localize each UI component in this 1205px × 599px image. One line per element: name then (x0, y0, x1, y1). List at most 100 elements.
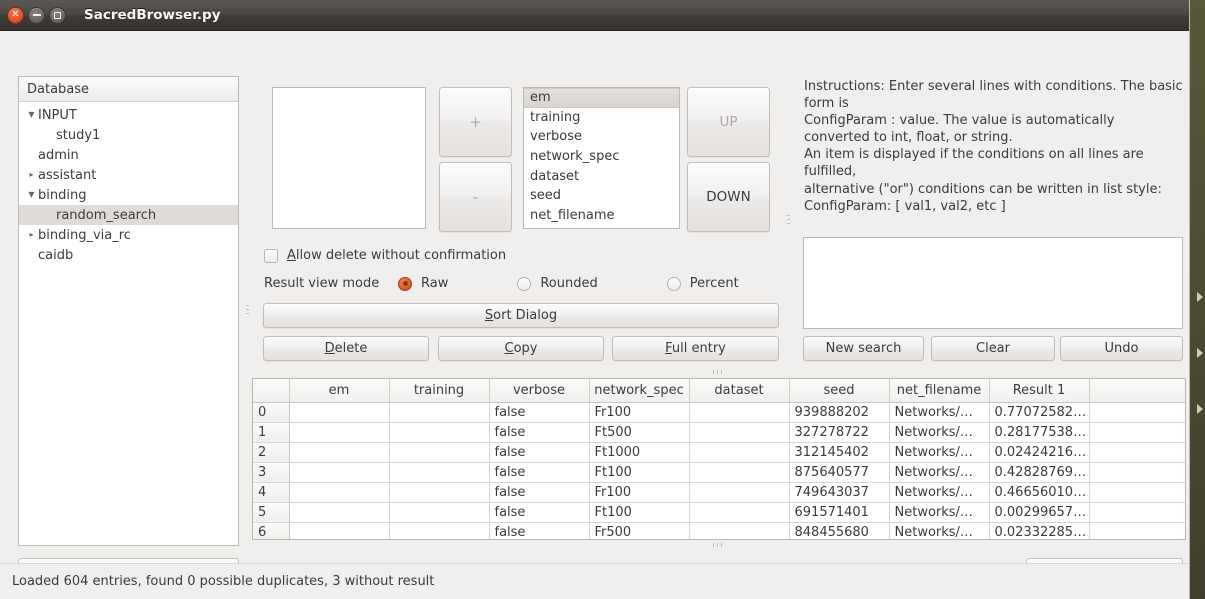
column-header-dataset[interactable]: dataset (689, 379, 790, 403)
table-cell-pad[interactable] (1089, 522, 1185, 539)
table-cell-verbose[interactable]: false (489, 482, 590, 503)
table-cell-seed[interactable]: 749643037 (789, 482, 890, 503)
table-cell-pad[interactable] (1089, 462, 1185, 483)
tree-item-admin[interactable]: admin (19, 145, 238, 165)
new-search-button[interactable]: New search (803, 336, 924, 361)
table-cell-em[interactable] (289, 442, 390, 463)
table-cell-net_filename[interactable]: Networks/… (889, 422, 990, 443)
table-cell-pad[interactable] (1089, 422, 1185, 443)
radio-view-mode-raw[interactable]: Raw (398, 276, 448, 291)
radio-indicator-icon[interactable] (517, 276, 532, 291)
results-table-body[interactable]: 0 false Fr100 939888202 Networks/… 0.77072582… (253, 402, 1185, 539)
row-index-cell[interactable]: 1 (253, 422, 290, 443)
table-cell-seed[interactable]: 848455680 (789, 522, 890, 539)
table-cell-result1[interactable]: 0.46656010… (989, 482, 1090, 503)
table-cell-em[interactable] (289, 462, 390, 483)
delete-button[interactable]: Delete (263, 336, 429, 361)
maximize-icon[interactable] (49, 6, 66, 24)
table-row[interactable]: 5 false Ft100 691571401 Networks/… 0.00299657… (253, 502, 1185, 523)
table-cell-result1[interactable]: 0.28177538… (989, 422, 1090, 443)
table-cell-net_filename[interactable]: Networks/… (889, 522, 990, 539)
table-cell-net_filename[interactable]: Networks/… (889, 482, 990, 503)
table-cell-em[interactable] (289, 522, 390, 539)
full-entry-button[interactable]: Full entry (612, 336, 779, 361)
table-cell-net_filename[interactable]: Networks/… (889, 402, 990, 423)
table-row[interactable]: 3 false Ft100 875640577 Networks/… 0.42828769… (253, 462, 1185, 483)
table-cell-verbose[interactable]: false (489, 442, 590, 463)
table-cell-result1[interactable]: 0.02332285… (989, 522, 1090, 539)
table-cell-seed[interactable]: 312145402 (789, 442, 890, 463)
checkbox-icon[interactable] (264, 248, 278, 263)
table-cell-training[interactable] (389, 502, 490, 523)
table-cell-training[interactable] (389, 522, 490, 539)
vertical-splitter-left[interactable] (243, 76, 252, 546)
table-row[interactable]: 0 false Fr100 939888202 Networks/… 0.77072582… (253, 402, 1185, 423)
radio-indicator-icon[interactable] (666, 276, 681, 291)
undo-button[interactable]: Undo (1060, 336, 1183, 361)
table-cell-dataset[interactable] (689, 402, 790, 423)
tree-item-study1[interactable]: study1 (19, 125, 238, 145)
radio-view-mode-percent[interactable]: Percent (666, 276, 739, 291)
table-cell-network_spec[interactable]: Fr500 (589, 522, 690, 539)
table-cell-training[interactable] (389, 442, 490, 463)
table-cell-result1[interactable]: 0.02424216… (989, 442, 1090, 463)
table-cell-dataset[interactable] (689, 482, 790, 503)
row-index-cell[interactable]: 0 (253, 402, 290, 423)
table-cell-network_spec[interactable]: Fr100 (589, 402, 690, 423)
table-row[interactable]: 4 false Fr100 749643037 Networks/… 0.46656010… (253, 482, 1185, 503)
table-cell-verbose[interactable]: false (489, 422, 590, 443)
column-header-training[interactable]: training (389, 379, 490, 403)
table-cell-training[interactable] (389, 402, 490, 423)
table-cell-dataset[interactable] (689, 522, 790, 539)
column-header-blank[interactable] (253, 379, 290, 403)
table-cell-em[interactable] (289, 482, 390, 503)
move-column-up-button[interactable]: UP (687, 87, 770, 157)
minimize-icon[interactable] (28, 6, 45, 24)
table-cell-em[interactable] (289, 502, 390, 523)
tree-item-binding_via_rc[interactable]: ▸ binding_via_rc (19, 225, 238, 245)
horizontal-splitter-bottom[interactable] (252, 540, 1186, 549)
selected-column-item[interactable]: network_spec (524, 147, 679, 167)
remove-field-button[interactable]: - (439, 162, 512, 232)
selected-column-item[interactable]: em (524, 88, 679, 108)
tree-item-INPUT[interactable]: ▼ INPUT (19, 105, 238, 125)
table-cell-training[interactable] (389, 462, 490, 483)
table-cell-seed[interactable]: 691571401 (789, 502, 890, 523)
selected-column-item[interactable]: verbose (524, 127, 679, 147)
tree-item-caidb[interactable]: caidb (19, 245, 238, 265)
copy-button[interactable]: Copy (438, 336, 604, 361)
tree-item-random_search[interactable]: random_search (19, 205, 238, 225)
table-cell-network_spec[interactable]: Ft1000 (589, 442, 690, 463)
table-cell-pad[interactable] (1089, 442, 1185, 463)
database-tree[interactable]: ▼ INPUT study1 admin ▸ assistant ▼ binding rando… (19, 102, 238, 545)
tree-expander-icon[interactable]: ▼ (25, 185, 38, 205)
table-cell-pad[interactable] (1089, 482, 1185, 503)
table-row[interactable]: 6 false Fr500 848455680 Networks/… 0.02332285… (253, 522, 1185, 539)
table-row[interactable]: 2 false Ft1000 312145402 Networks/… 0.0242421… (253, 442, 1185, 463)
table-cell-dataset[interactable] (689, 442, 790, 463)
table-cell-training[interactable] (389, 422, 490, 443)
column-header-em[interactable]: em (289, 379, 390, 403)
table-cell-network_spec[interactable]: Ft500 (589, 422, 690, 443)
selected-column-item[interactable]: dataset (524, 166, 679, 186)
column-header-verbose[interactable]: verbose (489, 379, 590, 403)
table-cell-result1[interactable]: 0.42828769… (989, 462, 1090, 483)
selected-column-item[interactable]: net_filename (524, 206, 679, 226)
tree-expander-icon[interactable]: ▼ (25, 105, 38, 125)
allow-delete-checkbox[interactable]: Allow delete without confirmation (264, 248, 506, 263)
vertical-splitter-right[interactable] (784, 76, 793, 366)
table-cell-em[interactable] (289, 402, 390, 423)
table-cell-network_spec[interactable]: Fr100 (589, 482, 690, 503)
tree-expander-icon[interactable]: ▸ (25, 225, 38, 245)
table-cell-verbose[interactable]: false (489, 502, 590, 523)
row-index-cell[interactable]: 5 (253, 502, 290, 523)
tree-item-binding[interactable]: ▼ binding (19, 185, 238, 205)
table-cell-result1[interactable]: 0.77072582… (989, 402, 1090, 423)
table-cell-seed[interactable]: 939888202 (789, 402, 890, 423)
radio-indicator-icon[interactable] (398, 276, 412, 291)
table-cell-network_spec[interactable]: Ft100 (589, 502, 690, 523)
move-column-down-button[interactable]: DOWN (687, 162, 770, 232)
horizontal-splitter-top[interactable] (252, 367, 1186, 376)
table-cell-em[interactable] (289, 422, 390, 443)
tree-item-assistant[interactable]: ▸ assistant (19, 165, 238, 185)
